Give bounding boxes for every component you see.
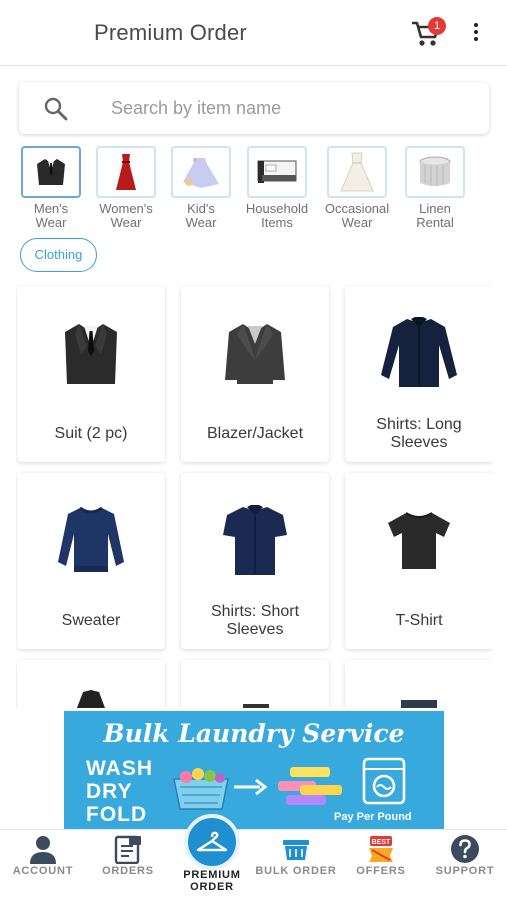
banner-tagline: Pay Per Pound xyxy=(334,811,412,823)
cart-count-badge: 1 xyxy=(428,17,446,35)
category-label-line2: Rental xyxy=(416,215,454,230)
item-name: Sweater xyxy=(61,612,121,629)
category-label-line2: Wear xyxy=(35,215,67,230)
category-label-line2: Items xyxy=(261,215,293,230)
clothing-item-icon xyxy=(243,704,269,708)
sweater-icon xyxy=(58,506,124,572)
item-card-suit[interactable]: Suit (2 pc) xyxy=(17,286,165,462)
category-label-line1: Occasional xyxy=(324,201,390,216)
hanger-icon xyxy=(196,831,228,852)
help-icon xyxy=(451,835,479,863)
app-header: Premium Order 1 xyxy=(0,0,507,66)
category-label-line2: Wear xyxy=(110,215,142,230)
nav-label: ACCOUNT xyxy=(12,865,74,877)
short-sleeve-shirt-icon xyxy=(223,505,287,575)
kebab-dot-icon xyxy=(474,30,478,34)
nav-label: ORDERS xyxy=(102,865,154,877)
item-name: Shirts: Short Sleeves xyxy=(210,603,300,638)
category-mens-wear[interactable]: Men's Wear xyxy=(16,146,86,230)
nav-support[interactable]: SUPPORT xyxy=(423,830,507,900)
nav-label: BULK ORDER xyxy=(255,865,337,877)
item-card-partial[interactable] xyxy=(181,660,329,708)
laundry-basket-icon xyxy=(283,840,309,860)
dress-thumb xyxy=(96,146,156,198)
category-label-line2: Wear xyxy=(341,215,373,230)
table-linen-thumb xyxy=(405,146,465,198)
orders-icon xyxy=(114,835,141,864)
banner-line-dry: DRY xyxy=(86,780,133,803)
bedding-thumb xyxy=(247,146,307,198)
banner-line-fold: FOLD xyxy=(86,803,148,826)
clothing-item-icon xyxy=(77,690,105,708)
banner-title: Bulk Laundry Service xyxy=(103,719,405,748)
kebab-dot-icon xyxy=(474,37,478,41)
search-icon xyxy=(44,97,68,121)
nav-label: OFFERS xyxy=(356,865,406,877)
more-options-button[interactable] xyxy=(466,20,486,46)
banner-line-wash: WASH xyxy=(86,757,153,780)
item-card-partial[interactable] xyxy=(17,660,165,708)
blazer-icon xyxy=(225,324,285,384)
clothing-item-icon xyxy=(401,700,437,708)
gown-thumb xyxy=(327,146,387,198)
item-name: T-Shirt xyxy=(395,612,443,629)
offers-icon: BEST xyxy=(369,836,393,862)
nav-bulk-order[interactable]: BULK ORDER xyxy=(254,830,338,900)
bottom-navigation: ACCOUNT ORDERS PREMIUM ORDER BULK ORDER xyxy=(0,814,507,900)
item-card-blazer[interactable]: Blazer/Jacket xyxy=(181,286,329,462)
category-label-line1: Women's xyxy=(99,201,153,216)
nav-premium-order[interactable]: PREMIUM ORDER xyxy=(170,814,254,900)
nav-label: SUPPORT xyxy=(435,865,495,877)
kids-dress-thumb xyxy=(171,146,231,198)
item-card-tshirt[interactable]: T-Shirt xyxy=(345,473,492,649)
item-card-short-sleeve-shirt[interactable]: Shirts: Short Sleeves xyxy=(181,473,329,649)
category-list: Men's Wear Women's Wear Kid's Wear House… xyxy=(20,146,490,236)
banner-wash-dry-fold: WASH DRY FOLD xyxy=(86,757,153,826)
item-card-sweater[interactable]: Sweater xyxy=(17,473,165,649)
category-occasional-wear[interactable]: Occasional Wear xyxy=(322,146,392,230)
item-name: Suit (2 pc) xyxy=(54,425,128,442)
category-label-line1: Kid's xyxy=(187,201,215,216)
category-label-line1: Household xyxy=(245,201,309,216)
category-kids-wear[interactable]: Kid's Wear xyxy=(166,146,236,230)
suit-icon xyxy=(65,324,117,384)
long-sleeve-shirt-icon xyxy=(381,317,457,387)
item-grid: Suit (2 pc) Blazer/Jacket Shirts: Long S… xyxy=(16,285,492,708)
premium-order-active-circle xyxy=(184,814,240,870)
account-icon xyxy=(30,836,56,864)
nav-orders[interactable]: ORDERS xyxy=(86,830,170,900)
bulk-laundry-banner[interactable]: Bulk Laundry Service WASH DRY FOLD Pay P… xyxy=(64,711,444,829)
tshirt-icon xyxy=(388,512,450,569)
category-linen-rental[interactable]: Linen Rental xyxy=(400,146,470,230)
item-name: Blazer/Jacket xyxy=(206,425,304,442)
washing-machine-icon xyxy=(362,757,406,805)
category-womens-wear[interactable]: Women's Wear xyxy=(91,146,161,230)
best-badge-text: BEST xyxy=(372,839,391,846)
search-bar xyxy=(19,82,489,134)
category-label-line2: Wear xyxy=(185,215,217,230)
item-name: Shirts: Long Sleeves xyxy=(376,416,462,451)
nav-label: PREMIUM ORDER xyxy=(183,869,241,893)
item-card-partial[interactable] xyxy=(345,660,492,708)
arrow-right-icon xyxy=(234,778,268,796)
folded-clothes-illustration xyxy=(278,767,342,805)
filter-chip-clothing[interactable]: Clothing xyxy=(20,238,97,272)
search-input[interactable] xyxy=(111,92,471,124)
nav-offers[interactable]: BEST OFFERS xyxy=(339,830,423,900)
cart-button[interactable]: 1 xyxy=(410,17,446,49)
nav-account[interactable]: ACCOUNT xyxy=(1,830,85,900)
category-label-line1: Linen xyxy=(419,201,451,216)
suit-thumb xyxy=(21,146,81,198)
category-household-items[interactable]: Household Items xyxy=(242,146,312,230)
kebab-dot-icon xyxy=(474,23,478,27)
page-title: Premium Order xyxy=(94,20,247,45)
category-label-line1: Men's xyxy=(33,201,69,216)
laundry-basket-illustration xyxy=(173,768,229,810)
item-card-long-sleeve-shirt[interactable]: Shirts: Long Sleeves xyxy=(345,286,492,462)
